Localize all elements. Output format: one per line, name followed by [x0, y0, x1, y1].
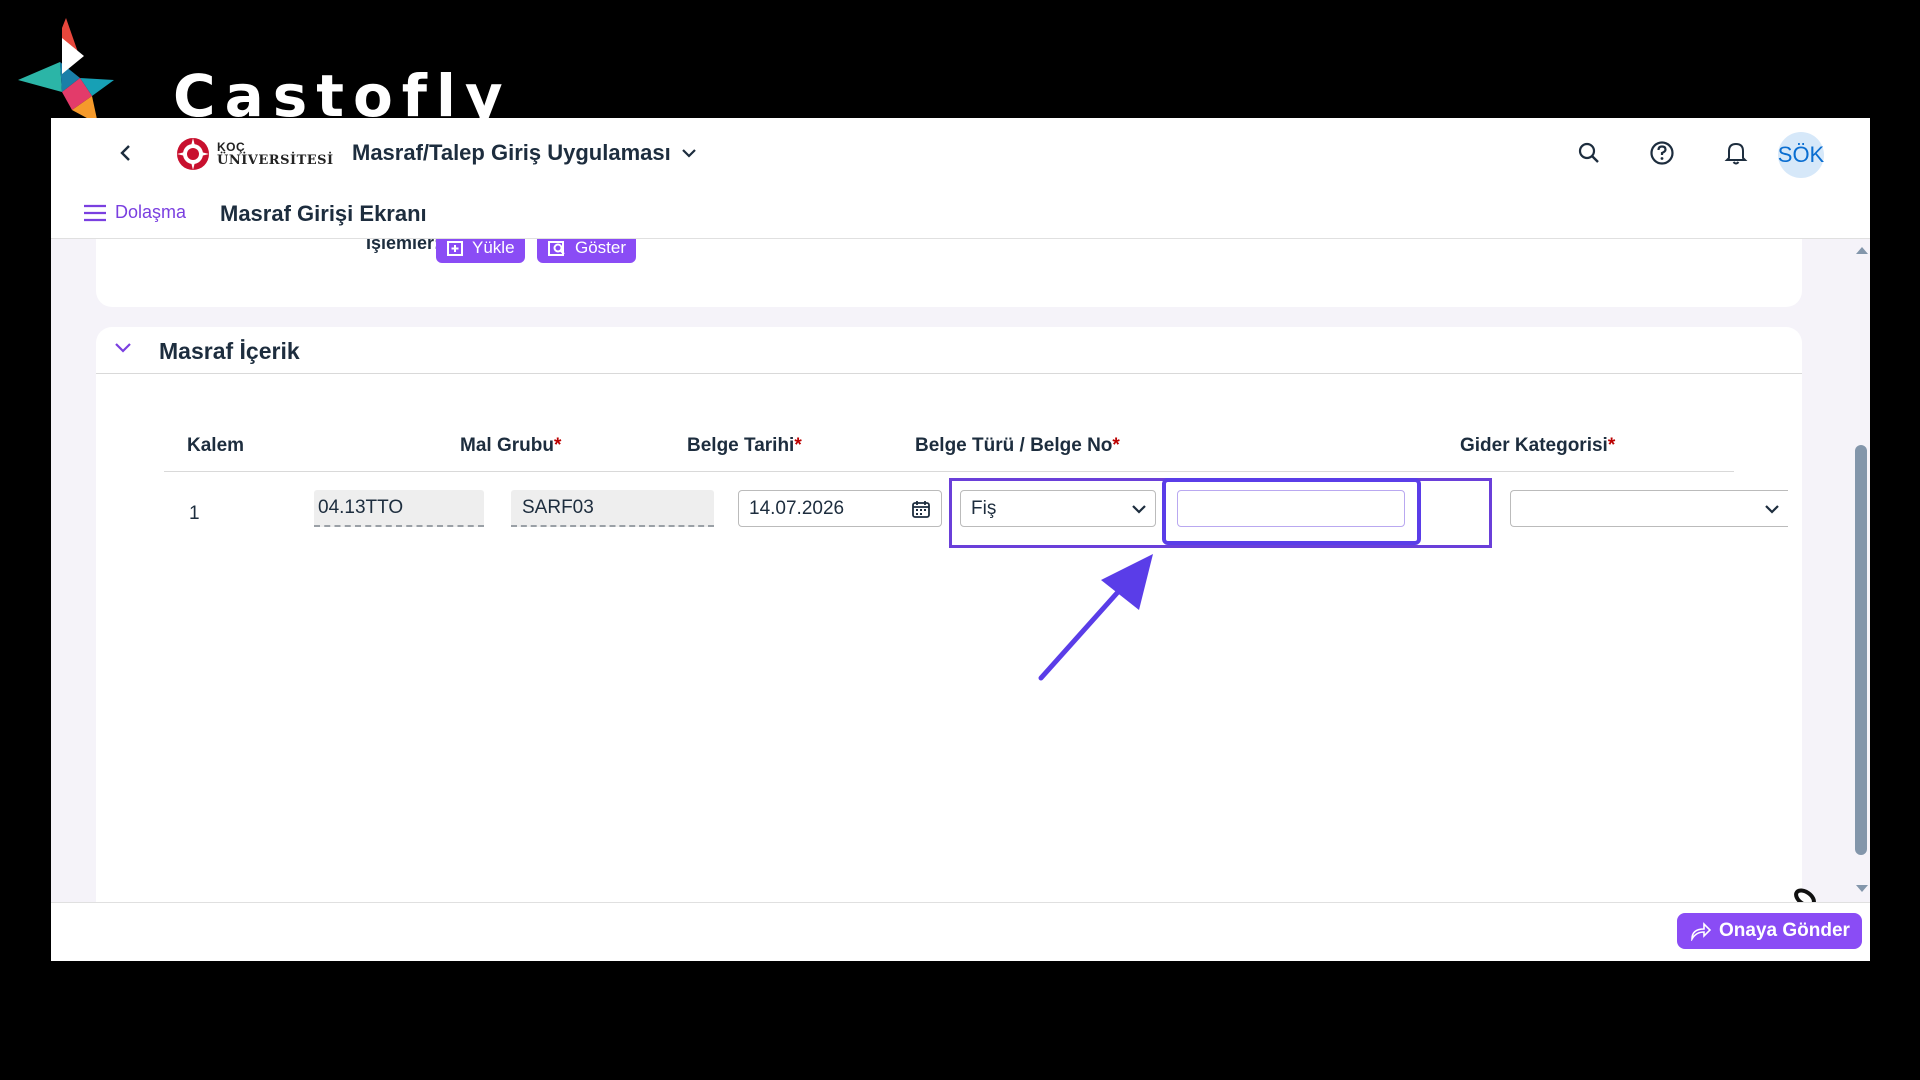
- column-header-belge-turu-no: Belge Türü / Belge No*: [915, 435, 1120, 456]
- column-header-kalem: Kalem: [187, 435, 245, 456]
- required-marker: *: [1607, 435, 1616, 456]
- logo-line2: ÜNİVERSİTESİ: [217, 153, 334, 168]
- help-button[interactable]: [1647, 138, 1677, 168]
- chevron-left-icon: [120, 145, 130, 161]
- operations-label: İşlemler:: [366, 239, 441, 253]
- belge-turu-select[interactable]: Fiş: [960, 490, 1156, 527]
- app-title: Masraf/Talep Giriş Uygulaması: [352, 140, 671, 165]
- cursor-icon: [1794, 888, 1816, 902]
- logo-line1: KOÇ: [217, 140, 246, 154]
- expense-content-card: Masraf İçerik Kalem Mal Grubu* Belge Tar…: [96, 327, 1802, 902]
- column-header-gider-kategorisi: Gider Kategorisi*: [1460, 435, 1616, 456]
- gider-kategorisi-select[interactable]: [1510, 490, 1788, 527]
- back-button[interactable]: [111, 138, 141, 168]
- bell-icon: [1724, 142, 1748, 165]
- calendar-icon[interactable]: [911, 499, 931, 519]
- required-marker: *: [1112, 435, 1120, 456]
- operations-card: İşlemler: Yükle Göster: [96, 239, 1802, 307]
- required-marker: *: [794, 435, 802, 456]
- column-header-mal-grubu: Mal Grubu*: [460, 435, 562, 456]
- column-header-belge-tarihi: Belge Tarihi*: [687, 435, 802, 456]
- add-document-icon: [447, 241, 463, 256]
- hamburger-menu-icon: [84, 204, 106, 221]
- pointer-arrow-icon: [1038, 554, 1153, 681]
- chevron-down-icon: [1132, 505, 1146, 514]
- send-for-approval-label: Onaya Gönder: [1719, 920, 1850, 941]
- page-title: Masraf Girişi Ekranı: [220, 201, 427, 226]
- navigation-label: Dolaşma: [115, 202, 187, 222]
- app-window: KOÇ ÜNİVERSİTESİ Masraf/Talep Giriş Uygu…: [51, 118, 1870, 961]
- scroll-up-icon[interactable]: [1855, 245, 1869, 255]
- chevron-down-icon: [681, 149, 696, 158]
- belge-no-input[interactable]: [1177, 490, 1405, 527]
- footer-bar: Onaya Gönder: [51, 902, 1870, 961]
- castofly-watermark: Castofly: [18, 18, 503, 130]
- sub-header: Dolaşma Masraf Girişi Ekranı: [51, 186, 1870, 239]
- search-icon: [1578, 142, 1599, 163]
- vertical-scrollbar-thumb[interactable]: [1855, 445, 1867, 855]
- section-header[interactable]: Masraf İçerik: [96, 327, 1802, 374]
- section-title: Masraf İçerik: [159, 338, 300, 364]
- item-code-field[interactable]: 04.13TTO: [314, 490, 484, 527]
- help-icon: [1650, 141, 1674, 165]
- row-kalem: 1: [189, 503, 200, 524]
- castofly-logo-icon: [18, 18, 114, 124]
- belge-turu-value: Fiş: [971, 497, 997, 519]
- send-for-approval-button[interactable]: Onaya Gönder: [1677, 913, 1862, 949]
- show-label: Göster: [575, 239, 627, 257]
- belge-tarihi-value: 14.07.2026: [749, 497, 845, 519]
- navigation-menu-button[interactable]: Dolaşma: [83, 202, 186, 223]
- app-title-menu[interactable]: Masraf/Talep Giriş Uygulaması: [352, 140, 697, 166]
- koc-university-logo: KOÇ ÜNİVERSİTESİ: [175, 136, 333, 172]
- upload-button[interactable]: Yükle: [436, 239, 525, 263]
- mal-grubu-field[interactable]: SARF03: [511, 490, 714, 527]
- show-button[interactable]: Göster: [537, 239, 637, 263]
- table-divider: [164, 471, 1734, 472]
- notifications-button[interactable]: [1721, 138, 1751, 168]
- koc-emblem-icon: [177, 138, 209, 170]
- search-button[interactable]: [1574, 138, 1604, 168]
- belge-tarihi-field[interactable]: 14.07.2026: [738, 490, 942, 527]
- scroll-down-icon[interactable]: [1855, 884, 1869, 894]
- chevron-down-icon[interactable]: [114, 341, 132, 353]
- chevron-down-icon: [1765, 505, 1779, 514]
- preview-icon: [548, 241, 565, 256]
- upload-label: Yükle: [472, 239, 515, 257]
- forward-arrow-icon: [1691, 922, 1711, 941]
- shell-bar: KOÇ ÜNİVERSİTESİ Masraf/Talep Giriş Uygu…: [51, 118, 1870, 186]
- user-avatar[interactable]: SÖK: [1778, 132, 1824, 178]
- content-area: İşlemler: Yükle Göster Masraf İçerik Kal…: [51, 239, 1870, 902]
- required-marker: *: [553, 435, 562, 456]
